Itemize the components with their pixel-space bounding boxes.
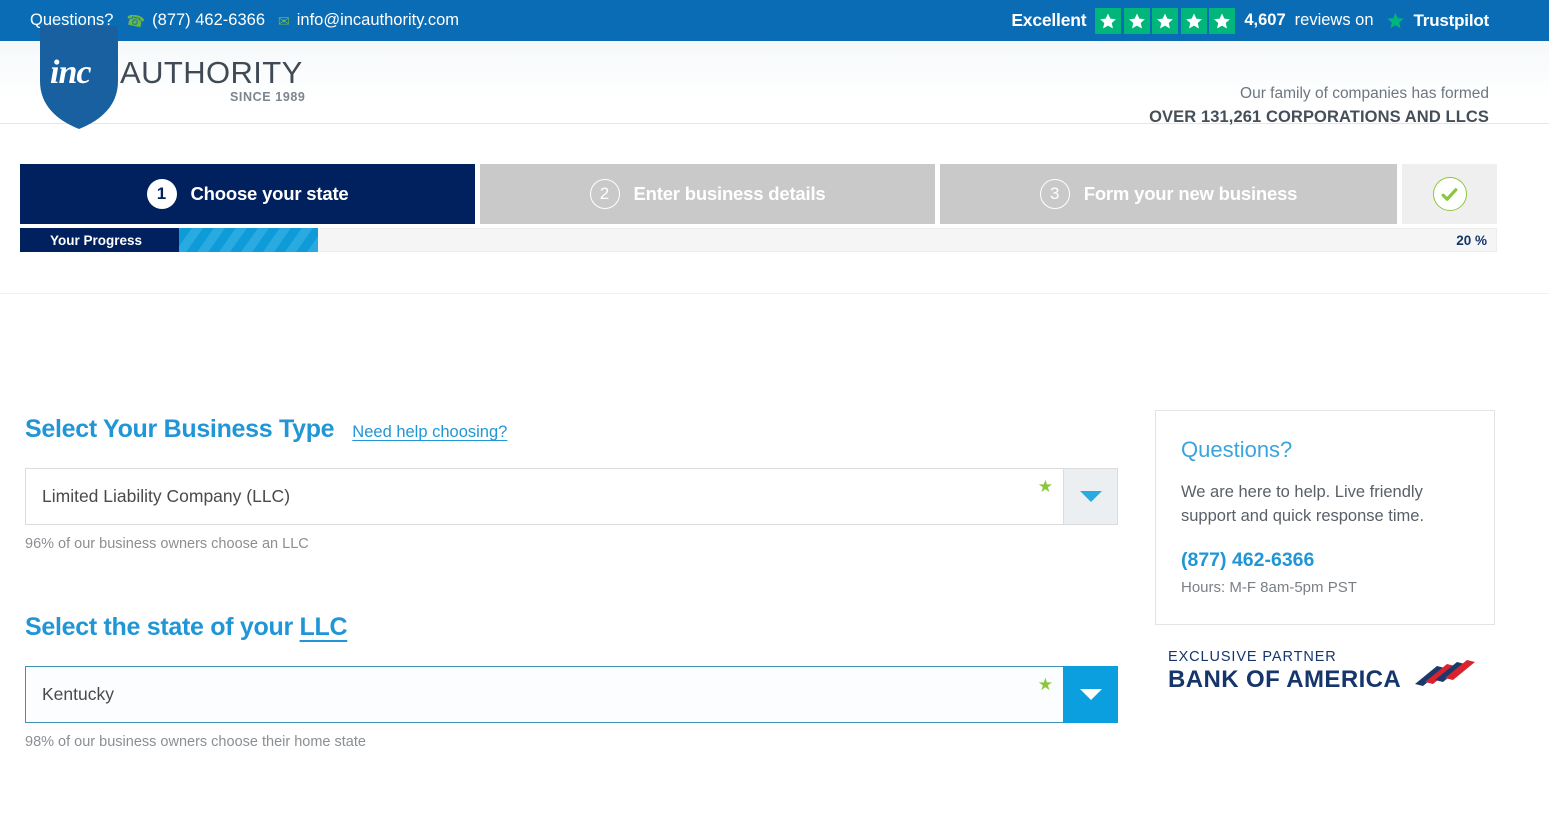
- chevron-down-icon: [1080, 491, 1102, 502]
- trustpilot-review-count: 4,607: [1244, 11, 1285, 30]
- exclusive-partner-block: EXCLUSIVE PARTNER BANK OF AMERICA: [1155, 650, 1495, 693]
- state-heading-row: Select the state of your LLC: [25, 613, 1118, 642]
- business-type-select[interactable]: Limited Liability Company (LLC) ★: [25, 468, 1118, 525]
- business-type-title: Select Your Business Type: [25, 415, 334, 444]
- companies-formed-caption: Our family of companies has formed: [1149, 85, 1489, 103]
- state-title: Select the state of your LLC: [25, 613, 347, 642]
- companies-formed-block: Our family of companies has formed OVER …: [1149, 85, 1489, 127]
- state-value: Kentucky: [42, 684, 114, 705]
- business-type-dropdown-button[interactable]: [1063, 468, 1118, 525]
- business-type-value-box[interactable]: Limited Liability Company (LLC) ★: [25, 468, 1063, 525]
- step-completion-indicator: [1402, 164, 1497, 224]
- inc-authority-logo[interactable]: inc AUTHORITY SINCE 1989: [40, 26, 340, 131]
- trustpilot-widget[interactable]: Excellent 4,607 reviews on Trustpilot: [1011, 0, 1489, 41]
- step-1-label: Choose your state: [191, 183, 349, 205]
- business-type-value: Limited Liability Company (LLC): [42, 486, 290, 507]
- state-value-box[interactable]: Kentucky ★: [25, 666, 1063, 723]
- step-3-form-your-new-business[interactable]: 3 Form your new business: [940, 164, 1397, 224]
- logo-name-text: AUTHORITY: [120, 55, 303, 91]
- state-title-entity: LLC: [300, 613, 348, 641]
- business-type-field-group: Select Your Business Type Need help choo…: [25, 415, 1118, 552]
- star-icon: [1124, 8, 1150, 34]
- progress-label: Your Progress: [20, 228, 179, 252]
- star-icon: ★: [1038, 478, 1053, 495]
- companies-formed-count: OVER 131,261 CORPORATIONS AND LLCS: [1149, 108, 1489, 127]
- section-divider: [0, 293, 1549, 294]
- trustpilot-logo-star-icon: [1387, 12, 1404, 29]
- progress-percent: 20 %: [1456, 228, 1487, 252]
- bank-of-america-flag-icon: [1411, 658, 1475, 690]
- progress-bar: Your Progress 20 %: [20, 228, 1497, 252]
- help-phone-link[interactable]: (877) 462-6366: [1181, 549, 1469, 572]
- step-3-label: Form your new business: [1084, 183, 1298, 205]
- help-hours: Hours: M-F 8am-5pm PST: [1181, 579, 1469, 596]
- step-2-number: 2: [590, 179, 620, 209]
- logo-mark-text: inc: [50, 54, 90, 92]
- state-dropdown-button[interactable]: [1063, 666, 1118, 723]
- help-card-title: Questions?: [1181, 437, 1469, 463]
- partner-eyebrow: EXCLUSIVE PARTNER: [1168, 650, 1401, 665]
- trustpilot-stars: [1095, 8, 1235, 34]
- trustpilot-rating-word: Excellent: [1011, 10, 1086, 31]
- step-2-enter-business-details[interactable]: 2 Enter business details: [480, 164, 935, 224]
- step-1-number: 1: [147, 179, 177, 209]
- check-icon: [1433, 177, 1467, 211]
- star-icon: [1209, 8, 1235, 34]
- partner-name: BANK OF AMERICA: [1168, 668, 1401, 692]
- state-title-prefix: Select the state of your: [25, 613, 293, 641]
- masthead: inc AUTHORITY SINCE 1989 Our family of c…: [0, 41, 1549, 124]
- logo-tagline: SINCE 1989: [230, 90, 305, 104]
- progress-stepper: 1 Choose your state 2 Enter business det…: [20, 164, 1497, 224]
- star-icon: [1152, 8, 1178, 34]
- need-help-choosing-link[interactable]: Need help choosing?: [352, 423, 507, 442]
- star-icon: [1095, 8, 1121, 34]
- step-3-number: 3: [1040, 179, 1070, 209]
- sidebar: Questions? We are here to help. Live fri…: [1155, 410, 1495, 692]
- star-icon: ★: [1038, 676, 1053, 693]
- state-field-group: Select the state of your LLC Kentucky ★ …: [25, 613, 1118, 750]
- step-1-choose-your-state[interactable]: 1 Choose your state: [20, 164, 475, 224]
- progress-fill: [179, 228, 318, 252]
- star-icon: [1181, 8, 1207, 34]
- help-card-body: We are here to help. Live friendly suppo…: [1181, 481, 1469, 529]
- partner-text: EXCLUSIVE PARTNER BANK OF AMERICA: [1168, 650, 1401, 693]
- state-note: 98% of our business owners choose their …: [25, 734, 1118, 750]
- business-type-note: 96% of our business owners choose an LLC: [25, 536, 1118, 552]
- trustpilot-reviews-label: reviews on: [1295, 11, 1374, 30]
- step-2-label: Enter business details: [634, 183, 826, 205]
- business-type-heading-row: Select Your Business Type Need help choo…: [25, 415, 1118, 444]
- chevron-down-icon: [1080, 689, 1102, 700]
- help-card: Questions? We are here to help. Live fri…: [1155, 410, 1495, 625]
- state-select[interactable]: Kentucky ★: [25, 666, 1118, 723]
- trustpilot-brand-label: Trustpilot: [1414, 11, 1489, 31]
